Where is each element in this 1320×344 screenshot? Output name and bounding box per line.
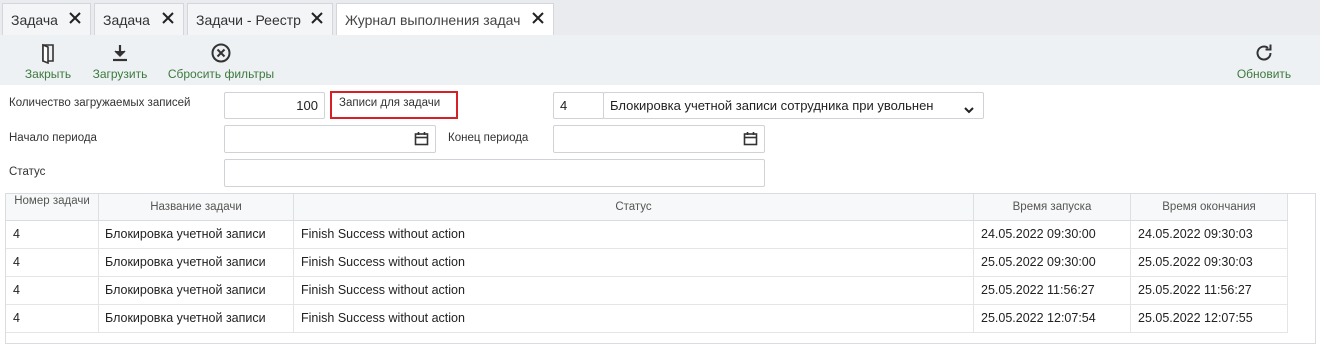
tab-tasks-registry[interactable]: Задачи - Реестр: [187, 3, 333, 35]
period-start-input[interactable]: [224, 125, 436, 153]
refresh-button[interactable]: Обновить: [1232, 35, 1296, 85]
close-icon[interactable]: [531, 11, 545, 25]
table-row[interactable]: 4 Блокировка учетной записи Finish Succe…: [6, 221, 1288, 249]
tab-label: Задача: [11, 11, 58, 28]
cell-task-name: Блокировка учетной записи: [99, 221, 294, 248]
tab-label: Задачи - Реестр: [196, 11, 301, 28]
tab-label: Задача: [103, 11, 150, 28]
refresh-label: Обновить: [1236, 67, 1292, 81]
cell-task-number: 4: [6, 277, 99, 304]
table-row[interactable]: 4 Блокировка учетной записи Finish Succe…: [6, 277, 1288, 305]
cell-start-time: 25.05.2022 11:56:27: [974, 277, 1131, 304]
tab-task-2[interactable]: Задача: [94, 3, 184, 35]
period-end-label: Конец периода: [448, 132, 529, 144]
cell-end-time: 24.05.2022 09:30:03: [1131, 221, 1288, 248]
cell-status: Finish Success without action: [294, 221, 974, 248]
period-start-label: Начало периода: [9, 132, 97, 144]
download-icon: [109, 42, 131, 64]
column-header-start-time[interactable]: Время запуска: [974, 194, 1131, 220]
exit-door-icon: [37, 42, 59, 65]
records-count-input[interactable]: 100: [224, 92, 325, 119]
cell-start-time: 24.05.2022 09:30:00: [974, 221, 1131, 248]
status-input[interactable]: [224, 159, 765, 187]
status-label: Статус: [9, 166, 46, 178]
cell-end-time: 25.05.2022 09:30:03: [1131, 249, 1288, 276]
column-header-task-number[interactable]: Номер задачи: [6, 194, 99, 220]
execution-log-table: Номер задачи Название задачи Статус Врем…: [5, 193, 1316, 344]
period-end-input[interactable]: [553, 125, 765, 153]
clear-circle-icon: [210, 42, 232, 64]
table-header: Номер задачи Название задачи Статус Врем…: [6, 194, 1288, 221]
column-header-status[interactable]: Статус: [294, 194, 974, 220]
cell-task-name: Блокировка учетной записи: [99, 249, 294, 276]
table-row[interactable]: 4 Блокировка учетной записи Finish Succe…: [6, 249, 1288, 277]
close-icon[interactable]: [310, 11, 324, 25]
calendar-icon[interactable]: [743, 131, 758, 149]
tab-task-1[interactable]: Задача: [2, 3, 91, 35]
tab-execution-log[interactable]: Журнал выполнения задач: [336, 3, 554, 35]
task-records-label: Записи для задачи: [339, 97, 441, 109]
tab-bar: Задача Задача Задачи - Реестр Журнал вып…: [0, 0, 1320, 35]
cell-task-name: Блокировка учетной записи: [99, 305, 294, 332]
close-icon[interactable]: [68, 11, 82, 25]
load-label: Загрузить: [92, 67, 148, 81]
task-select-value: Блокировка учетной записи сотрудника при…: [610, 98, 934, 113]
task-id-value: 4: [560, 98, 568, 113]
task-id-input[interactable]: 4: [553, 92, 604, 119]
cell-start-time: 25.05.2022 12:07:54: [974, 305, 1131, 332]
toolbar: Закрыть Загрузить Сбросить фильтры Обнов…: [0, 35, 1320, 85]
calendar-icon[interactable]: [414, 131, 429, 149]
records-count-value: 100: [296, 98, 318, 113]
load-button[interactable]: Загрузить: [88, 35, 152, 85]
close-label: Закрыть: [24, 67, 72, 81]
close-icon[interactable]: [161, 11, 175, 25]
task-select[interactable]: Блокировка учетной записи сотрудника при…: [603, 92, 984, 119]
cell-end-time: 25.05.2022 12:07:55: [1131, 305, 1288, 332]
cell-status: Finish Success without action: [294, 305, 974, 332]
refresh-icon: [1253, 42, 1275, 64]
reset-filters-button[interactable]: Сбросить фильтры: [164, 35, 278, 85]
records-count-label: Количество загружаемых записей: [9, 97, 191, 109]
column-header-end-time[interactable]: Время окончания: [1131, 194, 1288, 220]
tab-label: Журнал выполнения задач: [345, 11, 521, 28]
cell-status: Finish Success without action: [294, 249, 974, 276]
cell-task-name: Блокировка учетной записи: [99, 277, 294, 304]
cell-task-number: 4: [6, 305, 99, 332]
cell-task-number: 4: [6, 221, 99, 248]
column-header-task-name[interactable]: Название задачи: [99, 194, 294, 220]
close-button[interactable]: Закрыть: [18, 35, 78, 85]
cell-status: Finish Success without action: [294, 277, 974, 304]
table-row[interactable]: 4 Блокировка учетной записи Finish Succe…: [6, 305, 1288, 333]
cell-end-time: 25.05.2022 11:56:27: [1131, 277, 1288, 304]
cell-start-time: 25.05.2022 09:30:00: [974, 249, 1131, 276]
cell-task-number: 4: [6, 249, 99, 276]
chevron-down-icon: [963, 99, 975, 118]
reset-filters-label: Сбросить фильтры: [167, 67, 275, 81]
